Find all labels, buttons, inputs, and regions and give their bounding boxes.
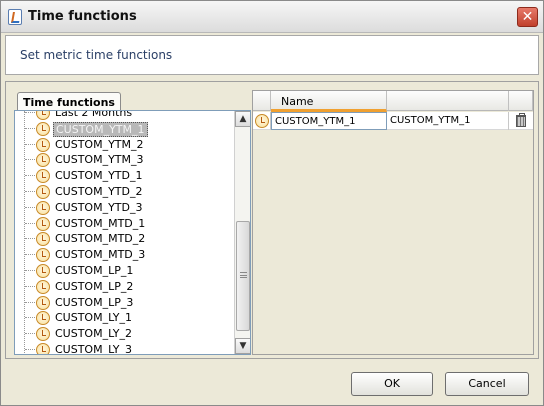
close-button[interactable]: ✕ (517, 7, 538, 27)
clock-icon (36, 232, 50, 247)
tree-item[interactable]: CUSTOM_YTD_3 (15, 200, 233, 216)
tree-item[interactable]: CUSTOM_LY_3 (15, 342, 233, 355)
tree-item[interactable]: CUSTOM_YTM_2 (15, 137, 233, 153)
clock-icon (255, 114, 269, 128)
column-header-value[interactable] (387, 91, 509, 111)
clock-icon (36, 169, 50, 184)
tree-item-label: CUSTOM_YTM_3 (55, 153, 144, 167)
clock-icon (36, 184, 50, 199)
scroll-up-button[interactable]: ▲ (235, 111, 250, 127)
header-panel: Set metric time functions (5, 35, 539, 75)
tree-item[interactable]: CUSTOM_MTD_2 (15, 231, 233, 247)
row-delete-cell[interactable] (509, 112, 533, 130)
tree-item-label: CUSTOM_YTM_1 (53, 121, 148, 137)
clock-icon (36, 121, 50, 136)
clock-icon (36, 311, 50, 326)
clock-icon (36, 295, 50, 310)
window-title: Time functions (28, 9, 137, 24)
clock-icon (36, 327, 50, 342)
clock-icon (36, 248, 50, 263)
column-header-icon[interactable] (253, 91, 271, 111)
trash-icon[interactable] (516, 113, 526, 127)
tree-item-label: CUSTOM_YTD_3 (55, 200, 143, 214)
tree-item[interactable]: CUSTOM_MTD_3 (15, 247, 233, 263)
tree-list: Last 2 Months CUSTOM_YTM_1 CUSTOM_YTM_2 CUS… (15, 110, 233, 355)
table-row[interactable]: CUSTOM_YTM_1 CUSTOM_YTM_1 (253, 112, 533, 130)
tree-item[interactable]: CUSTOM_LY_2 (15, 326, 233, 342)
header-description: Set metric time functions (20, 48, 173, 62)
clock-icon (36, 111, 50, 120)
scroll-down-button[interactable]: ▼ (235, 338, 250, 354)
tree-item-label: CUSTOM_YTD_1 (55, 169, 143, 183)
cancel-button[interactable]: Cancel (445, 372, 529, 396)
row-name-cell[interactable]: CUSTOM_YTM_1 (271, 112, 387, 130)
tree-item[interactable]: CUSTOM_YTM_1 (15, 121, 233, 137)
close-icon: ✕ (521, 9, 534, 25)
tree-item-label: CUSTOM_MTD_3 (55, 248, 146, 262)
tree-item[interactable]: CUSTOM_LP_1 (15, 263, 233, 279)
tree-item-label: CUSTOM_MTD_2 (55, 232, 146, 246)
clock-icon (36, 137, 50, 152)
tree-item-label: CUSTOM_LY_1 (55, 311, 132, 325)
tree-item[interactable]: CUSTOM_MTD_1 (15, 216, 233, 232)
tree-item[interactable]: CUSTOM_YTM_3 (15, 152, 233, 168)
tree-item-label: CUSTOM_YTM_2 (55, 137, 144, 151)
column-header-name[interactable]: Name (271, 91, 387, 112)
selected-functions-table: Name CUSTOM_YTM_1 CUSTOM_YTM_1 (252, 90, 534, 355)
grip-icon (240, 272, 247, 278)
ok-button[interactable]: OK (351, 372, 433, 396)
java-cup-icon (8, 9, 22, 25)
column-header-action[interactable] (509, 91, 533, 111)
clock-icon (36, 153, 50, 168)
tree-item-label: CUSTOM_LP_3 (55, 295, 134, 309)
time-functions-tree: Last 2 Months CUSTOM_YTM_1 CUSTOM_YTM_2 CUS… (14, 110, 251, 355)
clock-icon (36, 342, 50, 354)
tree-item[interactable]: CUSTOM_YTD_2 (15, 184, 233, 200)
clock-icon (36, 216, 50, 231)
clock-icon (36, 263, 50, 278)
scroll-thumb[interactable] (236, 221, 250, 331)
row-icon-cell (253, 112, 271, 130)
tree-item-label: CUSTOM_LY_3 (55, 342, 132, 355)
tree-item[interactable]: CUSTOM_YTD_1 (15, 168, 233, 184)
clock-icon (36, 279, 50, 294)
row-value-cell[interactable]: CUSTOM_YTM_1 (387, 112, 509, 130)
tree-vertical-scrollbar[interactable]: ▲ ▼ (234, 111, 250, 354)
tree-item-label: CUSTOM_LP_2 (55, 279, 134, 293)
tree-item-label: CUSTOM_LY_2 (55, 327, 132, 341)
clock-icon (36, 200, 50, 215)
tree-item-label: CUSTOM_LP_1 (55, 263, 134, 277)
tree-item-label: CUSTOM_YTD_2 (55, 184, 143, 198)
title-bar[interactable]: Time functions ✕ (1, 1, 543, 33)
tree-item[interactable]: CUSTOM_LP_2 (15, 279, 233, 295)
tab-time-functions[interactable]: Time functions (17, 92, 121, 112)
tree-item[interactable]: CUSTOM_LY_1 (15, 310, 233, 326)
tree-item-label: Last 2 Months (55, 110, 133, 119)
tree-item[interactable]: Last 2 Months (15, 110, 233, 121)
dialog-window: Time functions ✕ Set metric time functio… (0, 0, 544, 406)
tree-item-label: CUSTOM_MTD_1 (55, 216, 146, 230)
table-header: Name (253, 91, 533, 112)
tree-item[interactable]: CUSTOM_LP_3 (15, 295, 233, 311)
